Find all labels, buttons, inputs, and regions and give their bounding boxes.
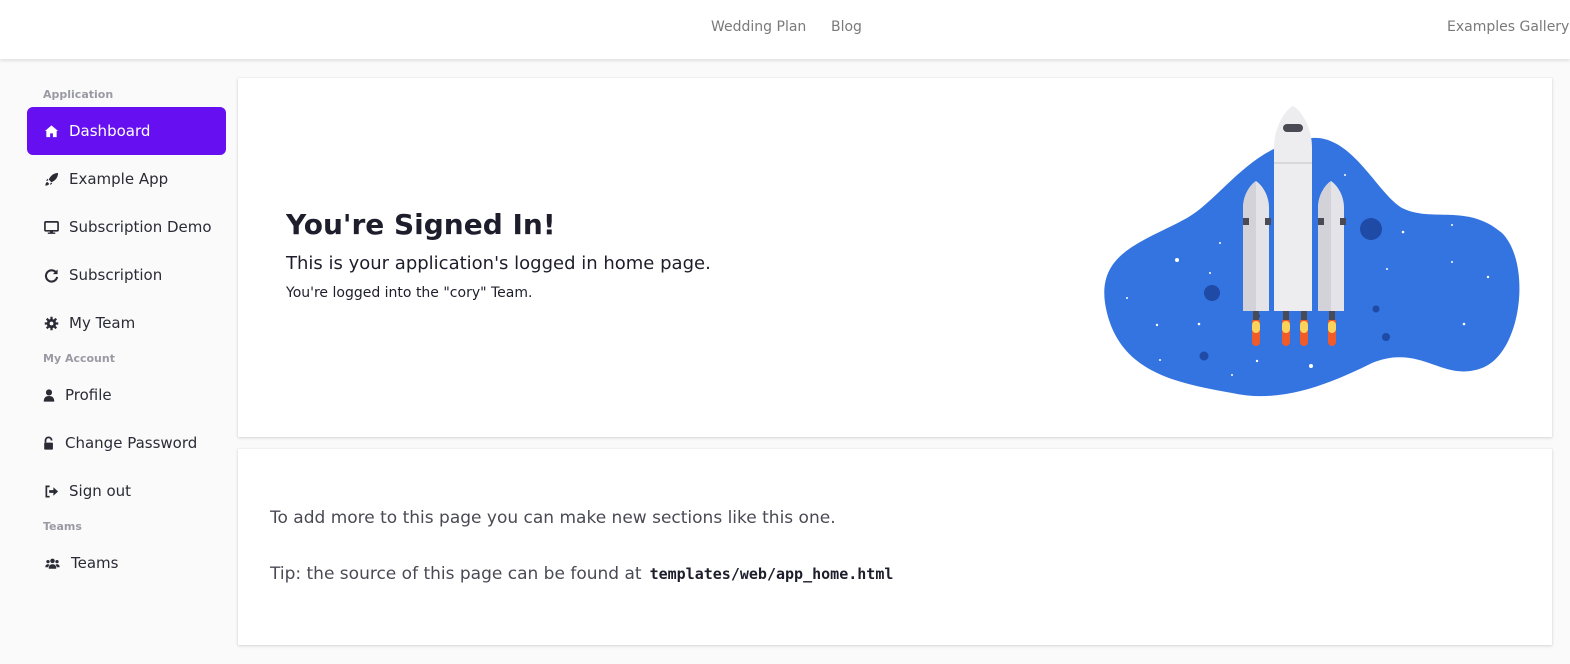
sign-out-icon (42, 482, 60, 500)
content-section-card: To add more to this page you can make ne… (238, 449, 1552, 645)
section-text: To add more to this page you can make ne… (270, 508, 836, 528)
menu-label-teams: Teams (43, 520, 82, 533)
page-title: You're Signed In! (286, 208, 556, 241)
menu-label-application: Application (43, 88, 114, 101)
page-subtitle: This is your application's logged in hom… (286, 253, 711, 274)
nav-link-blog[interactable]: Blog (831, 19, 862, 35)
sidebar-item-label: Profile (65, 386, 112, 404)
sidebar-item-my-team[interactable]: My Team (27, 299, 226, 347)
sidebar-item-dashboard[interactable]: Dashboard (27, 107, 226, 155)
tip-text: Tip: the source of this page can be foun… (270, 564, 642, 584)
gear-icon (42, 314, 60, 332)
users-icon (42, 554, 62, 572)
template-path-code: templates/web/app_home.html (649, 565, 894, 583)
sidebar-item-subscription[interactable]: Subscription (27, 251, 226, 299)
top-navbar: Wedding Plan Blog Examples Gallery (0, 0, 1570, 59)
unlock-icon (42, 434, 56, 452)
sidebar-item-subscription-demo[interactable]: Subscription Demo (27, 203, 226, 251)
desktop-icon (42, 218, 60, 236)
sidebar-item-label: Dashboard (69, 122, 151, 140)
home-icon (42, 122, 60, 140)
menu-label-my-account: My Account (43, 352, 115, 365)
tip-text-line: Tip: the source of this page can be foun… (270, 564, 893, 584)
user-icon (42, 386, 56, 404)
sidebar-item-example-app[interactable]: Example App (27, 155, 226, 203)
sidebar-item-sign-out[interactable]: Sign out (27, 467, 226, 515)
nav-link-examples-gallery[interactable]: Examples Gallery (1447, 19, 1569, 35)
refresh-icon (42, 266, 60, 284)
sidebar-item-change-password[interactable]: Change Password (27, 419, 226, 467)
sidebar-item-teams[interactable]: Teams (27, 539, 226, 587)
sidebar-item-label: Subscription Demo (69, 218, 212, 236)
sidebar: Application Dashboard Example App Subscr… (0, 59, 236, 664)
rocket-launch-illustration (1102, 103, 1522, 413)
nav-link-wedding-plan[interactable]: Wedding Plan (711, 19, 806, 35)
sidebar-item-profile[interactable]: Profile (27, 371, 226, 419)
rocket-icon (42, 170, 60, 188)
team-info-text: You're logged into the "cory" Team. (286, 285, 533, 301)
sidebar-item-label: Example App (69, 170, 169, 188)
sidebar-item-label: Teams (71, 554, 119, 572)
sidebar-item-label: My Team (69, 314, 136, 332)
sidebar-item-label: Subscription (69, 266, 163, 284)
sidebar-item-label: Change Password (65, 434, 198, 452)
hero-card: You're Signed In! This is your applicati… (238, 78, 1552, 437)
sidebar-item-label: Sign out (69, 482, 132, 500)
